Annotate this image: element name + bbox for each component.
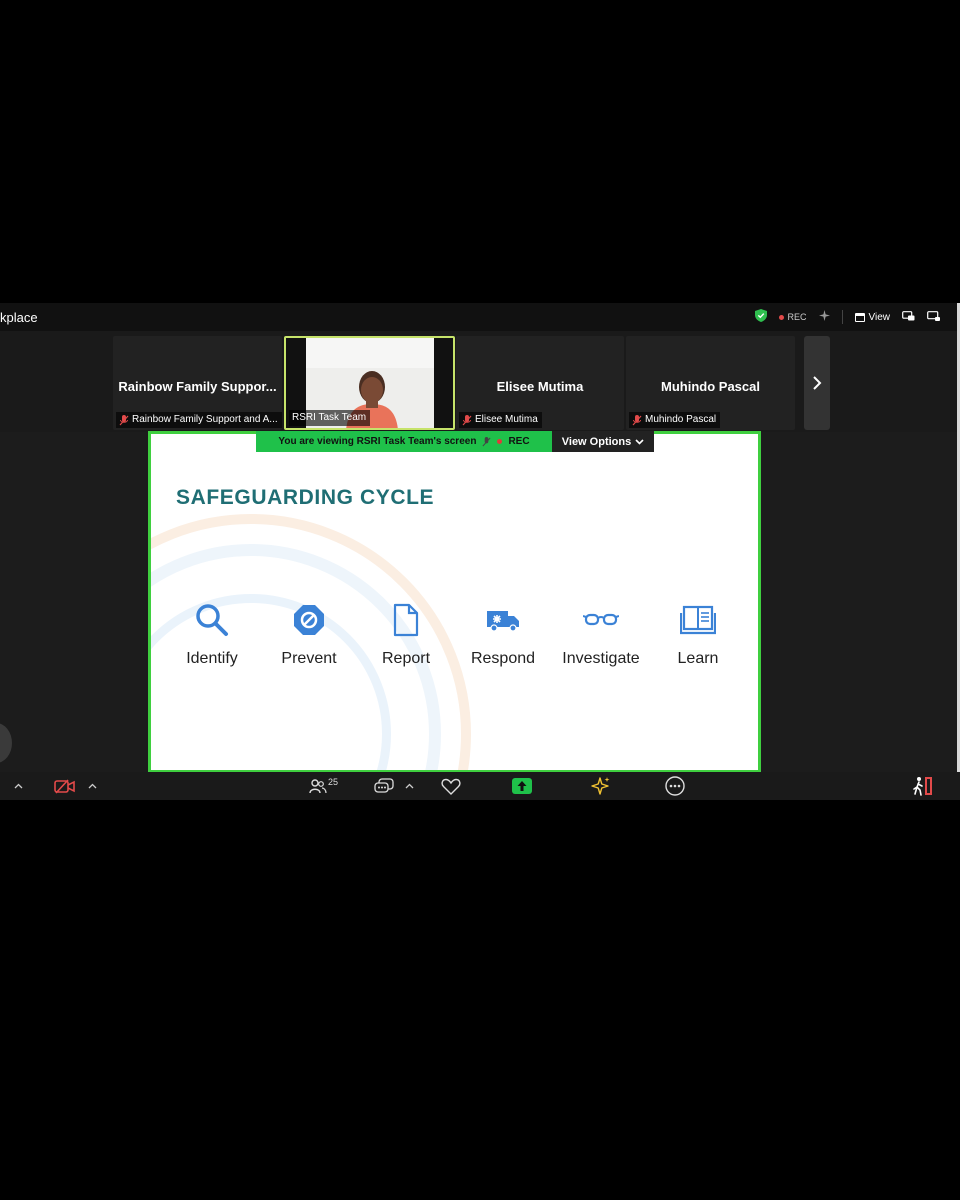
step-label: Learn [677, 650, 719, 667]
mic-muted-icon [632, 414, 642, 425]
reactions-button[interactable] [441, 776, 461, 796]
step-learn: Learn [649, 602, 747, 668]
shared-slide: SAFEGUARDING CYCLE Identify Prevent Repo… [148, 431, 761, 773]
participants-count: 25 [328, 777, 339, 787]
step-label: Respond [470, 650, 536, 667]
screen: kplace REC View Rainbow Family Suppor...… [0, 0, 960, 1200]
audio-options-button[interactable] [14, 776, 23, 796]
participant-label: Elisee Mutima [459, 412, 542, 428]
mic-muted-icon [119, 414, 129, 425]
top-bar: kplace REC View [0, 303, 960, 331]
participant-tile[interactable]: Muhindo Pascal Muhindo Pascal [626, 336, 795, 430]
step-label: Prevent [281, 650, 337, 667]
recording-label: REC [787, 312, 807, 322]
participant-label: Muhindo Pascal [629, 412, 721, 428]
sparkle-icon[interactable] [818, 310, 830, 324]
prohibit-icon [294, 605, 324, 635]
top-bar-controls: REC View [755, 306, 940, 328]
participant-label-text: Rainbow Family Support and A... [132, 414, 278, 425]
screen-share-banner: You are viewing RSRI Task Team's screen … [256, 431, 552, 452]
participant-name: Muhindo Pascal [661, 379, 760, 394]
participant-label: RSRI Task Team [289, 410, 371, 426]
leave-door-icon [913, 777, 932, 796]
share-arrow-icon [512, 778, 532, 794]
participant-label-text: Muhindo Pascal [645, 414, 717, 425]
heart-icon [441, 778, 461, 795]
chevron-right-icon [813, 376, 822, 390]
more-dots-icon [665, 776, 685, 796]
video-options-button[interactable] [88, 776, 97, 796]
view-options-label: View Options [561, 435, 632, 448]
participant-label-text: RSRI Task Team [292, 412, 367, 423]
slide-title: SAFEGUARDING CYCLE [176, 486, 435, 509]
more-button[interactable] [665, 776, 685, 796]
participant-tile[interactable]: Elisee Mutima Elisee Mutima [456, 336, 624, 430]
picture-in-picture-icon[interactable] [902, 310, 915, 324]
participant-tile[interactable]: Rainbow Family Suppor... Rainbow Family … [113, 336, 282, 430]
chat-button[interactable] [374, 776, 394, 796]
mic-muted-icon [482, 436, 491, 446]
book-icon [680, 605, 716, 635]
next-participants-button[interactable] [804, 336, 830, 430]
step-identify: Identify [163, 602, 261, 668]
participant-label: Rainbow Family Support and A... [116, 412, 282, 428]
participants-button[interactable]: 25 [309, 776, 338, 796]
participant-name: Rainbow Family Suppor... [118, 379, 277, 394]
recording-dot-icon [497, 439, 503, 444]
banner-text: You are viewing RSRI Task Team's screen [278, 436, 477, 447]
share-screen-button[interactable] [512, 776, 532, 796]
participant-strip: Rainbow Family Suppor... Rainbow Family … [0, 332, 960, 432]
step-label: Report [381, 650, 431, 667]
start-video-button[interactable] [54, 776, 75, 796]
leave-button[interactable] [912, 776, 934, 796]
chat-icon [374, 777, 394, 793]
chevron-up-icon [88, 783, 97, 789]
grid-view-icon [854, 312, 865, 322]
chevron-down-icon [635, 438, 644, 445]
view-button[interactable]: View [854, 311, 891, 323]
meeting-toolbar: 25 [0, 772, 960, 800]
chevron-up-icon [14, 783, 23, 789]
ambulance-icon [487, 611, 519, 632]
chevron-up-icon [405, 783, 414, 789]
step-respond: Respond [454, 602, 552, 668]
glasses-icon [583, 613, 619, 626]
step-label: Identify [186, 650, 238, 667]
sparkle-icon [591, 777, 610, 795]
participant-tile-active-speaker[interactable]: RSRI Task Team [284, 336, 455, 430]
recording-indicator[interactable]: REC [779, 312, 807, 322]
step-label: Investigate [562, 650, 640, 667]
step-prevent: Prevent [260, 602, 358, 668]
view-button-label: View [868, 311, 891, 323]
magnifier-icon [196, 604, 228, 636]
people-icon [309, 778, 327, 793]
divider [841, 310, 843, 324]
mic-muted-icon [462, 414, 472, 425]
window-title: kplace [0, 310, 38, 325]
chat-options-button[interactable] [405, 776, 414, 796]
encryption-shield-icon[interactable] [755, 309, 768, 325]
step-investigate: Investigate [552, 602, 650, 668]
participant-name: Elisee Mutima [496, 379, 584, 394]
banner-rec-label: REC [508, 436, 530, 447]
participant-label-text: Elisee Mutima [475, 414, 538, 425]
recording-dot-icon [779, 314, 785, 320]
fullscreen-icon[interactable] [927, 310, 940, 324]
document-icon [393, 603, 419, 637]
view-options-button[interactable]: View Options [552, 431, 654, 452]
ai-companion-button[interactable] [591, 776, 611, 796]
video-off-icon [54, 778, 75, 794]
step-report: Report [357, 602, 455, 668]
